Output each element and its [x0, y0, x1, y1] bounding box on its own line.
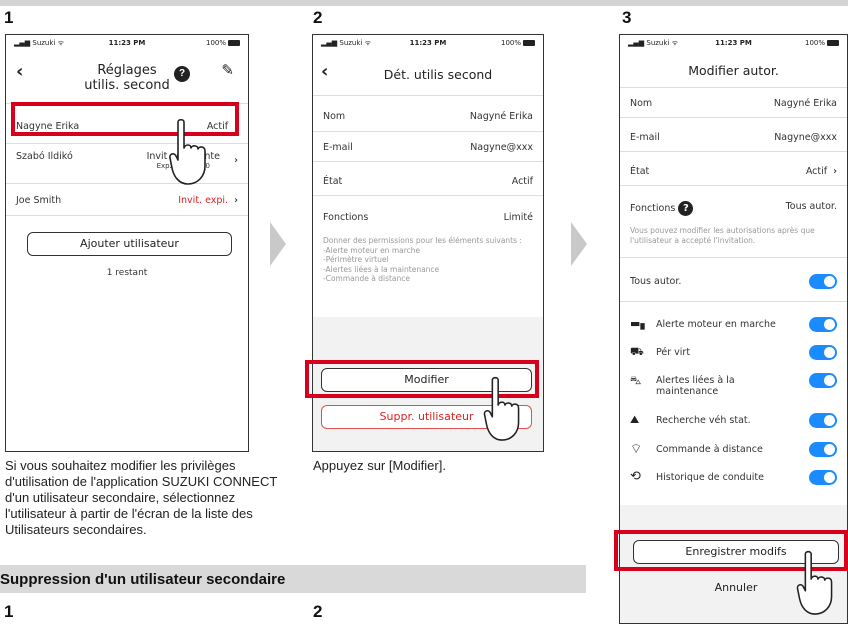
feature-toggle[interactable] — [809, 373, 837, 388]
row-label: Nom — [323, 111, 346, 122]
feature-toggle[interactable] — [809, 345, 837, 360]
permission-item: -Alertes liées à la maintenance — [323, 264, 440, 274]
permissions-note: Vous pouvez modifier les autorisations a… — [630, 226, 815, 245]
divider — [620, 257, 847, 258]
maintenance-icon: ⛍ — [630, 374, 642, 387]
feature-toggle[interactable] — [809, 470, 837, 485]
battery-icon — [228, 40, 240, 46]
divider — [620, 301, 847, 302]
battery-icon — [523, 40, 535, 46]
permission-item: -Alerte moteur en marche — [323, 245, 421, 255]
status-bar: ▂▄▆ Suzuki ᯤ 11:23 PM 100% — [313, 39, 543, 51]
help-icon[interactable]: ? — [678, 201, 694, 216]
tap-hand-icon — [483, 376, 520, 441]
chevron-right-icon: › — [833, 166, 837, 177]
divider — [313, 195, 543, 196]
step-number-4: 1 — [4, 602, 14, 621]
user-name: Szabó Ildikó — [16, 151, 73, 162]
history-icon: ⟲ — [630, 469, 641, 484]
car-icon: ▬▖ — [630, 317, 649, 330]
divider — [313, 95, 543, 96]
row-label: Tous autor. — [630, 276, 682, 287]
user-name: Joe Smith — [16, 195, 62, 206]
caption-step1: Si vous souhaitez modifier les privilège… — [5, 458, 278, 537]
divider — [620, 185, 847, 186]
page-title: Modifier autor. — [688, 63, 779, 78]
row-label: Nom — [630, 98, 653, 109]
permissions-description: Donner des permissions pour les éléments… — [323, 236, 531, 284]
row-value: Limité — [503, 212, 533, 223]
row-value: Actif — [511, 176, 533, 187]
battery-icon — [827, 40, 839, 46]
feature-label: Alertes liées à la maintenance — [656, 375, 735, 397]
row-value: Nagyné Erika — [773, 98, 837, 109]
divider — [620, 151, 847, 152]
section-title: Suppression d'un utilisateur secondaire — [0, 571, 286, 588]
divider — [620, 117, 847, 118]
feature-label: Pér virt — [656, 347, 691, 358]
back-chevron-icon[interactable]: ‹ — [321, 61, 328, 82]
step-number-3: 3 — [622, 8, 632, 27]
remaining-count: 1 restant — [106, 268, 148, 278]
feature-toggle[interactable] — [809, 413, 837, 428]
functions-value: Tous autor. — [785, 201, 837, 212]
caption-step2: Appuyez sur [Modifier]. — [313, 458, 446, 473]
row-value: Nagyne@xxx — [470, 142, 533, 153]
feature-label: Commande à distance — [656, 444, 763, 455]
tap-hand-icon — [169, 118, 206, 185]
permission-item: -Périmètre virtuel — [323, 255, 389, 264]
page-title: Dét. utilis second — [383, 67, 493, 82]
row-value: Nagyné Erika — [469, 111, 533, 122]
row-label: E-mail — [323, 142, 353, 153]
map-pin-icon: ⛰ — [630, 413, 640, 426]
chevron-right-icon: › — [234, 195, 238, 206]
next-arrow-icon — [270, 222, 286, 266]
divider — [620, 87, 847, 88]
feature-label: Historique de conduite — [656, 472, 764, 483]
pencil-icon[interactable]: ✎ — [221, 61, 234, 79]
step-number-2: 2 — [313, 8, 323, 27]
step-number-1: 1 — [4, 8, 14, 27]
top-band — [0, 0, 848, 6]
divider — [6, 215, 248, 216]
chevron-right-icon: › — [234, 155, 238, 166]
battery-label: 100% — [805, 39, 839, 47]
status-bar: ▂▄▆ Suzuki ᯤ 11:23 PM 100% — [620, 39, 847, 51]
phone-screen-users-list: ▂▄▆ Suzuki ᯤ 11:23 PM 100% ‹ Réglages ut… — [5, 34, 249, 452]
permission-item: -Commande à distance — [323, 274, 411, 283]
back-chevron-icon[interactable]: ‹ — [16, 61, 23, 82]
row-value: Nagyne@xxx — [774, 132, 837, 143]
all-permissions-toggle[interactable] — [809, 274, 837, 289]
help-icon[interactable]: ? — [174, 63, 190, 82]
battery-label: 100% — [501, 39, 535, 47]
tap-hand-icon — [796, 550, 833, 615]
row-value: Actif › — [805, 166, 837, 177]
functions-label: Fonctions ? — [630, 201, 694, 216]
user-status: Invit. expi. › — [178, 195, 238, 206]
row-label: Fonctions — [323, 212, 369, 223]
geofence-icon: ⛟ — [630, 345, 644, 358]
row-label: État — [630, 166, 650, 177]
feature-toggle[interactable] — [809, 442, 837, 457]
permissions-intro: Donner des permissions pour les éléments… — [323, 236, 522, 245]
status-bar: ▂▄▆ Suzuki ᯤ 11:23 PM 100% — [6, 39, 248, 51]
feature-label: Alerte moteur en marche — [656, 319, 776, 330]
feature-toggle[interactable] — [809, 317, 837, 332]
divider — [313, 161, 543, 162]
add-user-button[interactable]: Ajouter utilisateur — [27, 232, 232, 256]
next-arrow-icon — [571, 222, 587, 266]
row-label: État — [323, 176, 343, 187]
divider — [313, 131, 543, 132]
battery-label: 100% — [206, 39, 240, 47]
remote-icon: ⌔ — [630, 442, 643, 457]
feature-label: Recherche véh stat. — [656, 415, 751, 426]
step-number-5: 2 — [313, 602, 323, 621]
row-label: E-mail — [630, 132, 660, 143]
